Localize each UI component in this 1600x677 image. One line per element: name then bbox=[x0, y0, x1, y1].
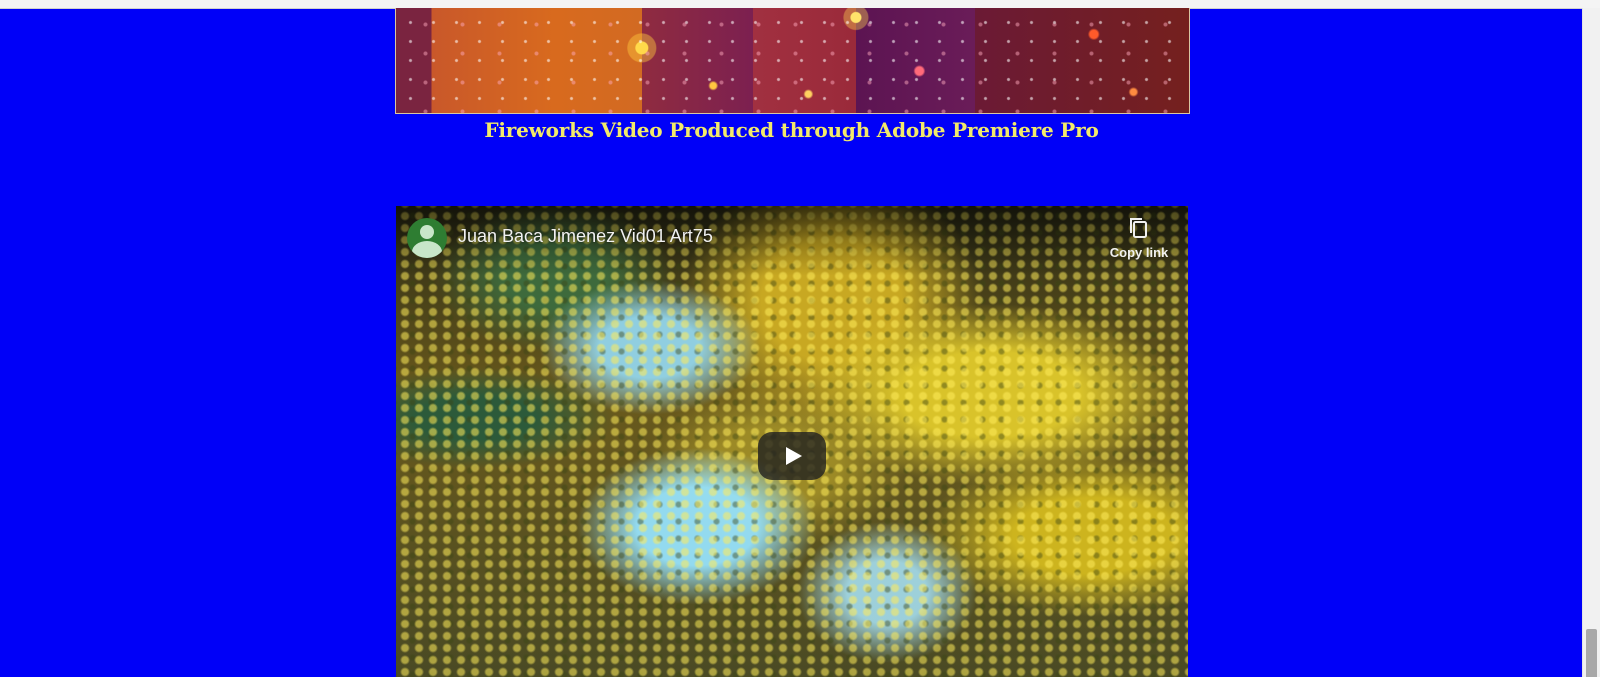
copy-link-button[interactable]: Copy link bbox=[1108, 216, 1170, 261]
video-title-link[interactable]: Juan Baca Jimenez Vid01 Art75 bbox=[458, 226, 713, 247]
play-button[interactable] bbox=[758, 432, 826, 480]
avatar-body bbox=[412, 241, 442, 258]
copy-icon bbox=[1130, 218, 1147, 238]
video-player[interactable]: Juan Baca Jimenez Vid01 Art75 Copy link bbox=[396, 206, 1188, 677]
page-scrollbar[interactable] bbox=[1582, 8, 1600, 677]
channel-avatar-icon[interactable] bbox=[407, 218, 447, 258]
fireworks-caption: Fireworks Video Produced through Adobe P… bbox=[484, 118, 1099, 142]
play-icon bbox=[786, 447, 802, 465]
copy-link-label: Copy link bbox=[1109, 245, 1169, 260]
fireworks-image bbox=[395, 8, 1190, 114]
avatar-head bbox=[420, 225, 434, 239]
scrollbar-thumb[interactable] bbox=[1586, 629, 1597, 677]
